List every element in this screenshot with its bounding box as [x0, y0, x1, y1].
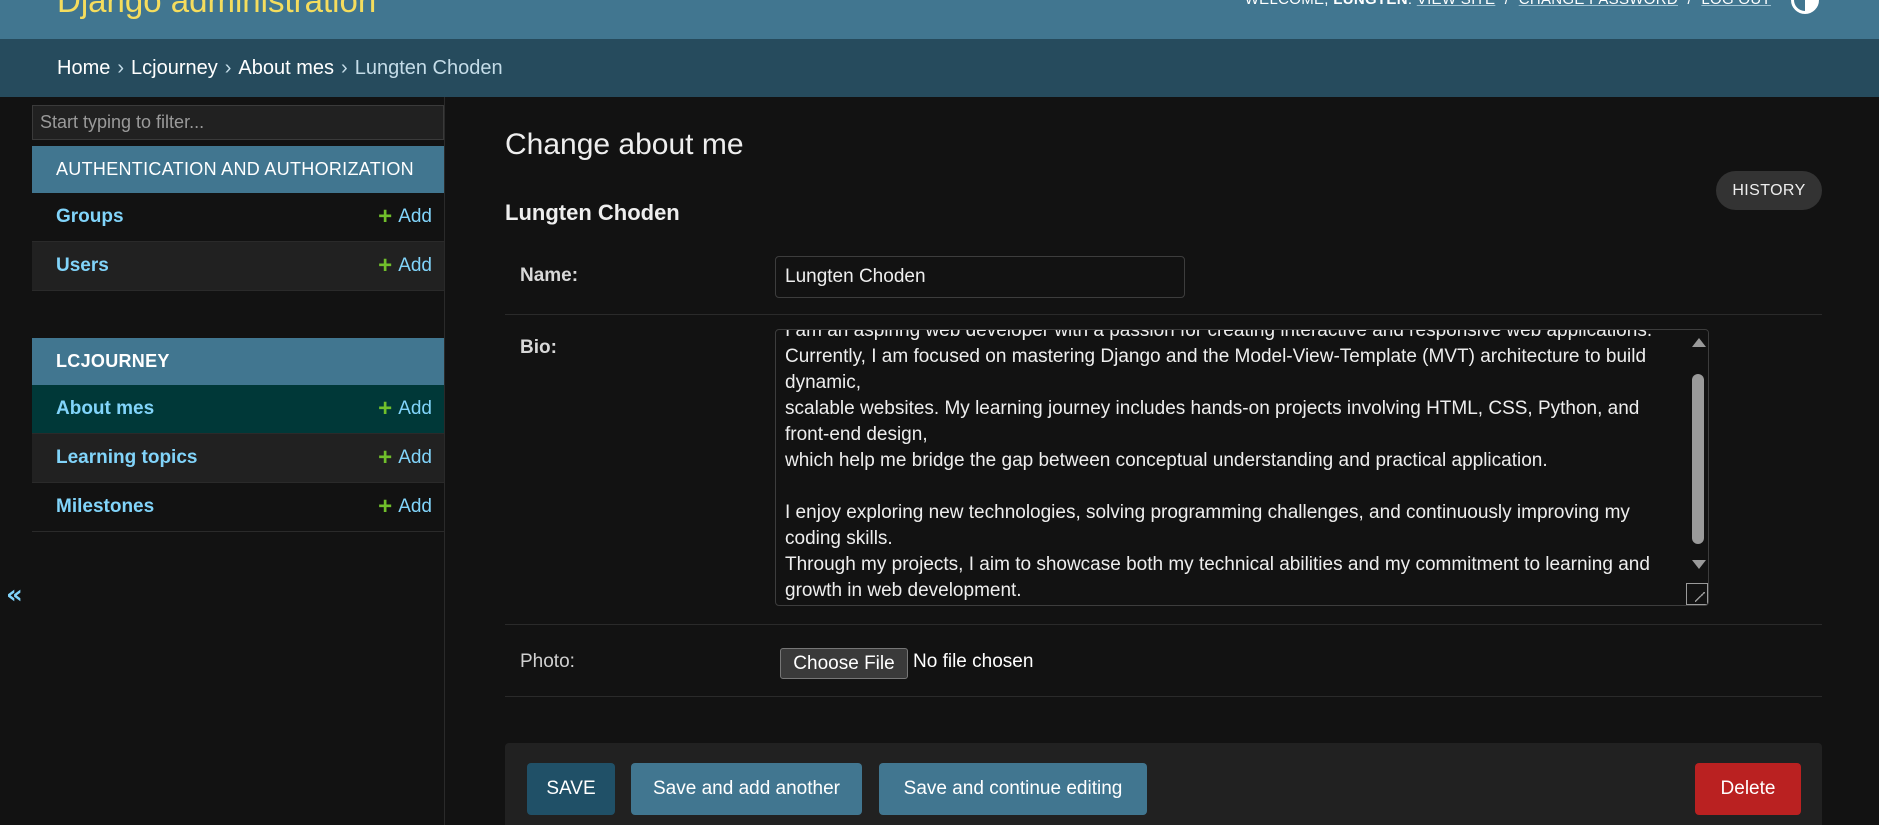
form-row-photo: Photo: — [505, 625, 1822, 697]
add-learning-topics-link[interactable]: + Add — [378, 446, 432, 470]
breadcrumb-separator: › — [224, 56, 232, 79]
add-label: Add — [398, 398, 432, 419]
change-password-link[interactable]: CHANGE PASSWORD — [1519, 0, 1678, 8]
save-and-continue-button[interactable]: Save and continue editing — [879, 763, 1147, 815]
sidebar-item-learning-topics: Learning topics + Add — [32, 434, 444, 483]
breadcrumb: Home › Lcjourney › About mes › Lungten C… — [0, 39, 1879, 97]
resize-handle-icon[interactable] — [1686, 583, 1708, 605]
plus-icon: + — [378, 493, 393, 520]
save-and-add-another-button[interactable]: Save and add another — [631, 763, 862, 815]
module-caption-auth[interactable]: AUTHENTICATION AND AUTHORIZATION — [32, 146, 444, 193]
add-groups-link[interactable]: + Add — [378, 205, 432, 229]
module-caption-lcjourney[interactable]: LCJOURNEY — [32, 338, 444, 385]
breadcrumb-separator: › — [341, 56, 348, 79]
add-label: Add — [398, 447, 432, 468]
theme-toggle-icon[interactable] — [1791, 0, 1819, 14]
sidebar-item-about-mes: About mes + Add — [32, 385, 444, 434]
scroll-down-icon[interactable] — [1692, 560, 1706, 569]
breadcrumb-model[interactable]: About mes — [238, 57, 334, 80]
sidebar-item-users: Users + Add — [32, 242, 444, 291]
collapse-sidebar-icon[interactable]: « — [6, 580, 23, 610]
sidebar-item-label[interactable]: Groups — [56, 206, 124, 228]
nav-sidebar: AUTHENTICATION AND AUTHORIZATION Groups … — [32, 97, 445, 825]
save-button[interactable]: SAVE — [527, 763, 615, 815]
separator: / — [1687, 0, 1691, 8]
bio-text[interactable]: I am an aspiring web developer with a pa… — [785, 330, 1685, 604]
log-out-link[interactable]: LOG OUT — [1701, 0, 1771, 8]
bio-textarea[interactable]: I am an aspiring web developer with a pa… — [775, 329, 1709, 606]
name-field[interactable] — [775, 256, 1185, 298]
sidebar-item-groups: Groups + Add — [32, 193, 444, 242]
add-milestones-link[interactable]: + Add — [378, 495, 432, 519]
add-label: Add — [398, 496, 432, 517]
breadcrumb-app[interactable]: Lcjourney — [131, 57, 218, 80]
sidebar-toggle-strip[interactable]: « — [0, 97, 32, 825]
breadcrumb-separator: › — [117, 56, 125, 79]
photo-label: Photo: — [520, 651, 575, 672]
plus-icon: + — [378, 252, 393, 279]
name-label: Name: — [520, 265, 579, 286]
add-label: Add — [398, 255, 432, 276]
delete-button[interactable]: Delete — [1695, 763, 1801, 815]
scroll-up-icon[interactable] — [1692, 338, 1706, 347]
view-site-link[interactable]: VIEW SITE — [1417, 0, 1496, 8]
sidebar-item-label[interactable]: About mes — [56, 398, 154, 420]
scroll-thumb[interactable] — [1692, 374, 1704, 544]
plus-icon: + — [378, 203, 393, 230]
choose-file-button[interactable]: Choose File — [780, 648, 908, 679]
submit-row: SAVE Save and add another Save and conti… — [505, 743, 1822, 825]
plus-icon: + — [378, 444, 393, 471]
file-status-text: No file chosen — [913, 651, 1034, 672]
module-caption-label: LCJOURNEY — [56, 351, 170, 371]
bio-label: Bio: — [520, 337, 557, 358]
nav-filter-input[interactable] — [32, 105, 444, 140]
add-label: Add — [398, 206, 432, 227]
object-name-heading: Lungten Choden — [505, 200, 680, 225]
page-title: Change about me — [505, 128, 744, 161]
welcome-text: WELCOME, — [1245, 0, 1329, 8]
bio-scrollbar[interactable] — [1688, 330, 1708, 605]
sidebar-item-label[interactable]: Learning topics — [56, 447, 197, 469]
site-branding[interactable]: Django administration — [57, 0, 376, 20]
header: Django administration WELCOME, LUNGTEN: … — [0, 0, 1879, 39]
breadcrumb-home[interactable]: Home — [57, 57, 110, 80]
sidebar-item-label[interactable]: Users — [56, 255, 109, 277]
sidebar-item-label[interactable]: Milestones — [56, 496, 154, 518]
add-about-mes-link[interactable]: + Add — [378, 397, 432, 421]
separator: / — [1505, 0, 1509, 8]
username: LUNGTEN — [1333, 0, 1408, 8]
add-users-link[interactable]: + Add — [378, 254, 432, 278]
plus-icon: + — [378, 395, 393, 422]
user-tools: WELCOME, LUNGTEN: VIEW SITE / CHANGE PAS… — [1245, 0, 1771, 8]
breadcrumb-current: Lungten Choden — [354, 56, 503, 79]
sidebar-item-milestones: Milestones + Add — [32, 483, 444, 532]
history-button[interactable]: HISTORY — [1716, 171, 1822, 210]
